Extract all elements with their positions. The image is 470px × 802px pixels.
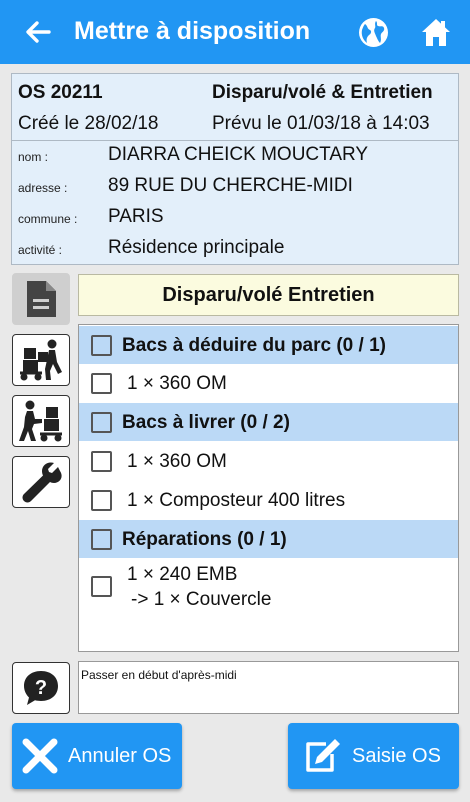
cancel-os-label: Annuler OS <box>68 745 172 767</box>
tab-repairs[interactable] <box>12 456 70 508</box>
tab-document[interactable] <box>12 273 70 325</box>
checklist: Bacs à déduire du parc (0 / 1) 1 × 360 O… <box>78 324 459 652</box>
address-label: adresse : <box>18 181 68 195</box>
edit-pen-icon <box>306 739 340 772</box>
section-title: Disparu/volé Entretien <box>78 274 459 316</box>
close-x-icon <box>22 738 58 774</box>
checkbox[interactable] <box>91 529 112 550</box>
order-info-panel: OS 20211 Disparu/volé & Entretien Créé l… <box>11 73 459 265</box>
city-value: PARIS <box>108 206 164 227</box>
name-label: nom : <box>18 150 49 164</box>
home-icon[interactable] <box>420 16 452 48</box>
list-item[interactable]: 1 × 240 EMB -> 1 × Couvercle <box>79 559 458 615</box>
planned-date: Prévu le 01/03/18 à 14:03 <box>212 113 430 134</box>
list-item[interactable]: 1 × 360 OM <box>79 442 458 481</box>
entry-os-label: Saisie OS <box>352 745 441 767</box>
svg-text:?: ? <box>35 677 47 699</box>
app-bar: Mettre à disposition <box>0 0 470 64</box>
group-label: Bacs à déduire du parc (0 / 1) <box>122 335 386 356</box>
activity-value: Résidence principale <box>108 237 285 258</box>
group-label: Réparations (0 / 1) <box>122 529 287 550</box>
entry-os-button[interactable]: Saisie OS <box>288 723 459 789</box>
item-label: 1 × 240 EMB <box>127 564 238 585</box>
activity-label: activité : <box>18 243 63 257</box>
question-bubble-icon: ? <box>24 671 58 705</box>
globe-icon[interactable] <box>357 16 390 49</box>
checkbox[interactable] <box>91 373 112 394</box>
group-label: Bacs à livrer (0 / 2) <box>122 412 290 433</box>
checkbox[interactable] <box>91 335 112 356</box>
document-icon <box>27 281 56 317</box>
comment-button[interactable]: ? <box>12 662 70 714</box>
list-item[interactable]: 1 × Composteur 400 litres <box>79 481 458 520</box>
tab-deliver-bins[interactable] <box>12 395 70 447</box>
os-type: Disparu/volé & Entretien <box>212 82 433 103</box>
divider <box>12 140 458 141</box>
cart-worker-icon <box>20 339 62 381</box>
address-value: 89 RUE DU CHERCHE-MIDI <box>108 175 353 196</box>
item-label: 1 × Composteur 400 litres <box>127 490 346 511</box>
created-date: Créé le 28/02/18 <box>18 113 159 134</box>
arrow-left-icon[interactable] <box>22 16 54 48</box>
group-bins-deliver[interactable]: Bacs à livrer (0 / 2) <box>79 403 458 441</box>
comment-text[interactable]: Passer en début d'après-midi <box>78 661 459 714</box>
tab-remove-bins[interactable] <box>12 334 70 386</box>
cancel-os-button[interactable]: Annuler OS <box>12 723 182 789</box>
city-label: commune : <box>18 212 78 226</box>
list-item[interactable]: 1 × 360 OM <box>79 364 458 403</box>
wrench-icon <box>22 462 62 503</box>
delivery-worker-icon <box>19 400 62 442</box>
group-bins-deduct[interactable]: Bacs à déduire du parc (0 / 1) <box>79 326 458 364</box>
checkbox[interactable] <box>91 451 112 472</box>
group-repairs[interactable]: Réparations (0 / 1) <box>79 520 458 558</box>
item-label: 1 × 360 OM <box>127 451 227 472</box>
item-label: 1 × 360 OM <box>127 373 227 394</box>
page-title: Mettre à disposition <box>74 17 311 45</box>
checkbox[interactable] <box>91 576 112 597</box>
item-sublabel: -> 1 × Couvercle <box>131 589 272 610</box>
name-value: DIARRA CHEICK MOUCTARY <box>108 144 369 165</box>
checkbox[interactable] <box>91 490 112 511</box>
checkbox[interactable] <box>91 412 112 433</box>
os-number: OS 20211 <box>18 82 103 103</box>
